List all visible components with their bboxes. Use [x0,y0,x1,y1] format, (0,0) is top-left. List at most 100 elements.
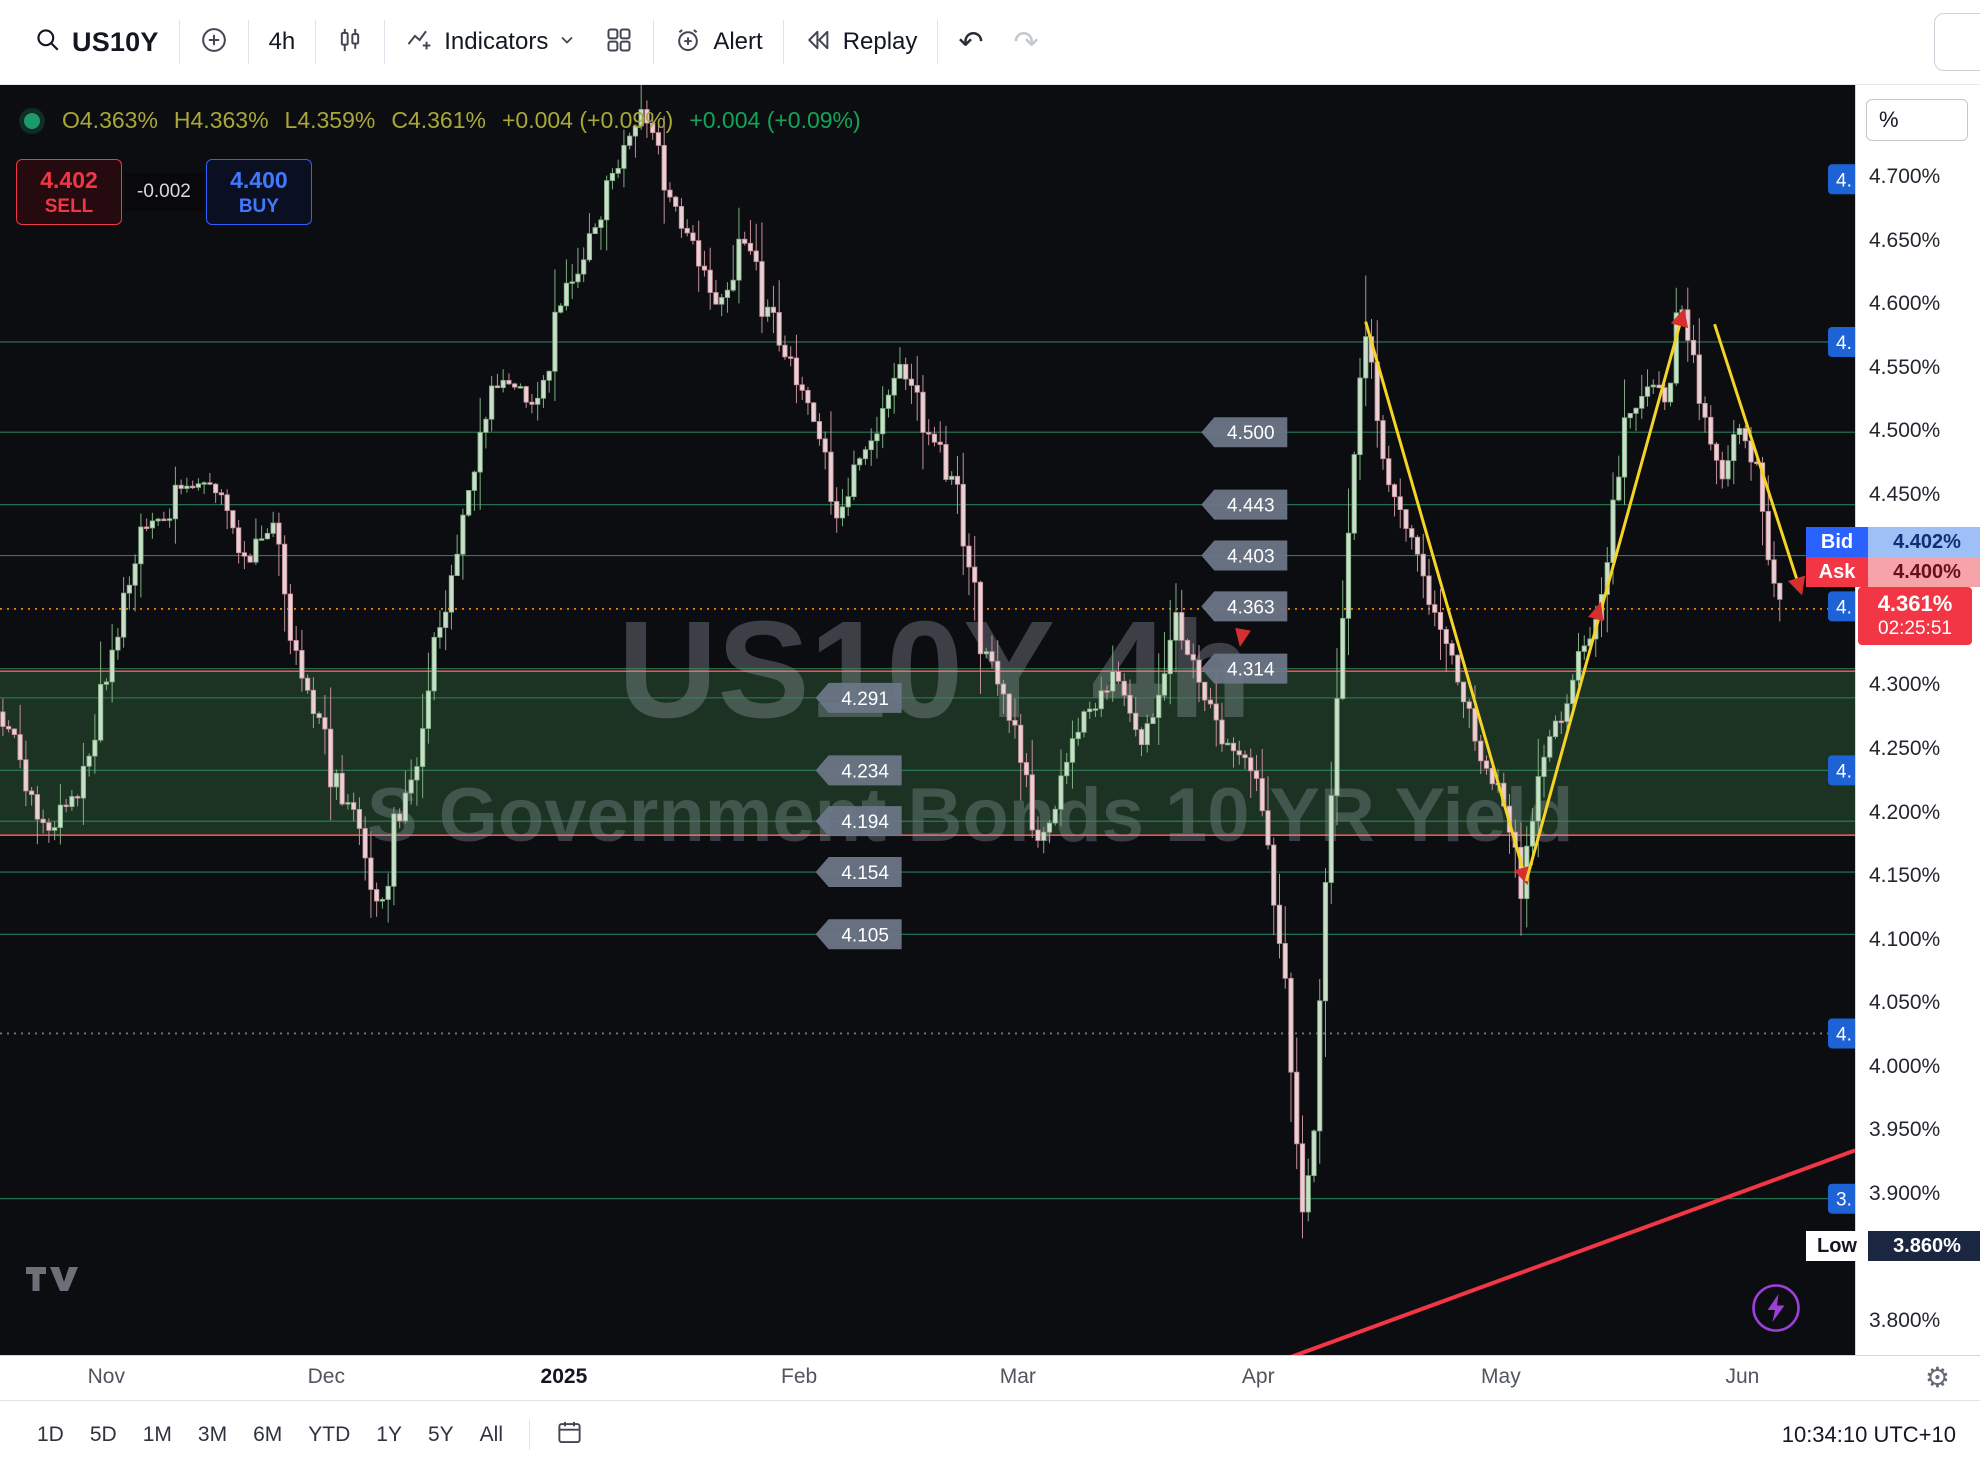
price-axis[interactable]: % 4.700%4.650%4.600%4.550%4.500%4.450%4.… [1855,85,1980,1355]
lightning-button[interactable] [1749,1281,1803,1340]
range-6m[interactable]: 6M [240,1415,295,1455]
bid-label: Bid [1806,527,1868,557]
low-badge: Low 3.860% [1806,1231,1980,1261]
range-1d[interactable]: 1D [24,1415,77,1455]
settings-gear-icon[interactable]: ⚙ [1925,1361,1950,1395]
indicators-button[interactable]: Indicators [390,13,590,71]
legend-open: O4.363% [62,107,158,134]
legend-change: +0.004 (+0.09%) [502,107,673,134]
time-axis[interactable]: Nov Dec 2025 Feb Mar Apr May Jun ⚙ [0,1355,1980,1400]
price-level-tag[interactable]: 4.291 [816,683,902,713]
range-1m[interactable]: 1M [130,1415,185,1455]
price-level-tag[interactable]: 4.443 [1201,490,1287,520]
time-label-2025[interactable]: 2025 [541,1365,588,1389]
price-tick: 4.000% [1869,1055,1940,1079]
symbol-search-button[interactable]: US10Y [20,13,174,71]
clock[interactable]: 10:34:10 UTC+10 [1782,1422,1956,1448]
tradingview-logo[interactable] [24,1263,82,1295]
interval-label: 4h [269,28,296,56]
time-label-jun[interactable]: Jun [1725,1365,1759,1389]
svg-text:4.314: 4.314 [1227,660,1275,681]
interval-button[interactable]: 4h [254,13,311,71]
svg-text:4.403: 4.403 [1227,547,1275,568]
sell-button[interactable]: 4.402 SELL [16,159,122,225]
candlestick-icon [336,26,364,59]
time-label-nov[interactable]: Nov [88,1365,125,1389]
price-level-tag[interactable]: 4.194 [816,806,902,836]
alarm-clock-icon [674,26,702,59]
time-label-apr[interactable]: Apr [1242,1365,1275,1389]
price-tick: 4.650% [1869,229,1940,253]
replay-button[interactable]: Replay [789,13,933,71]
svg-text:4.: 4. [1836,170,1852,191]
chevron-down-icon [559,32,575,53]
price-tick: 4.550% [1869,356,1940,380]
svg-text:4.234: 4.234 [841,761,889,782]
alert-label: Alert [713,28,762,56]
svg-text:4.154: 4.154 [841,863,889,884]
toolbar-corner-button[interactable] [1934,13,1980,71]
toolbar-separator [179,20,180,64]
range-3m[interactable]: 3M [185,1415,240,1455]
price-tick: 4.700% [1869,165,1940,189]
svg-text:4.: 4. [1836,1024,1852,1045]
range-all[interactable]: All [467,1415,516,1455]
bid-value: 4.402% [1868,527,1980,557]
alert-button[interactable]: Alert [659,13,777,71]
chart-plot[interactable]: US10Y 4hS Government Bonds 10 YR Yield4.… [0,85,1855,1355]
price-tick: 3.900% [1869,1182,1940,1206]
price-tick: 4.600% [1869,292,1940,316]
unit-label: % [1879,107,1899,133]
price-level-tag[interactable]: 4.234 [816,755,902,785]
toolbar-separator [783,20,784,64]
price-level-tag[interactable]: 4.403 [1201,541,1287,571]
toolbar-separator [248,20,249,64]
price-level-tag[interactable]: 4.154 [816,857,902,887]
range-5y[interactable]: 5Y [415,1415,467,1455]
price-tick: 4.300% [1869,673,1940,697]
undo-icon: ↶ [958,25,983,60]
symbol-name: US10Y [72,27,159,58]
price-tick: 3.950% [1869,1118,1940,1142]
time-label-may[interactable]: May [1481,1365,1521,1389]
undo-button[interactable]: ↶ [943,13,998,71]
bottom-toolbar: 1D5D1M3M6MYTD1Y5YAll 10:34:10 UTC+10 [0,1400,1980,1469]
price-tick: 4.200% [1869,801,1940,825]
time-label-dec[interactable]: Dec [308,1365,345,1389]
layout-grid-button[interactable] [590,13,648,71]
redo-icon: ↷ [1014,25,1039,60]
go-to-date-button[interactable] [543,1411,596,1460]
plus-circle-icon [200,26,228,59]
range-1y[interactable]: 1Y [363,1415,415,1455]
price-tick: 4.100% [1869,928,1940,952]
low-label: Low [1806,1231,1868,1261]
chart-style-button[interactable] [321,13,379,71]
chart-region: US10Y 4hS Government Bonds 10 YR Yield4.… [0,85,1980,1355]
sell-label: SELL [45,196,94,218]
market-status-dot [24,113,40,129]
time-label-mar[interactable]: Mar [1000,1365,1036,1389]
svg-text:3.: 3. [1836,1190,1852,1211]
trade-panel: 4.402 SELL -0.002 4.400 BUY [16,159,312,225]
ohlc-legend: O4.363% H4.363% L4.359% C4.361% +0.004 (… [24,107,861,134]
ask-label: Ask [1806,557,1868,587]
price-level-tag[interactable]: 4.500 [1201,417,1287,447]
price-chart-canvas[interactable]: US10Y 4hS Government Bonds 10 YR Yield4.… [0,85,1855,1355]
price-level-tag[interactable]: 4.363 [1201,591,1287,621]
time-label-feb[interactable]: Feb [781,1365,817,1389]
unit-selector[interactable]: % [1866,99,1968,141]
svg-text:US10Y 4h: US10Y 4h [618,593,1252,747]
price-level-tag[interactable]: 4.314 [1201,654,1287,684]
footer-separator [529,1420,530,1450]
buy-button[interactable]: 4.400 BUY [206,159,312,225]
range-ytd[interactable]: YTD [295,1415,363,1455]
legend-close: C4.361% [391,107,486,134]
redo-button[interactable]: ↷ [999,13,1054,71]
range-5d[interactable]: 5D [77,1415,130,1455]
ask-badge: Ask 4.400% [1806,557,1980,587]
calendar-icon [556,1428,583,1451]
svg-text:4.443: 4.443 [1227,496,1275,517]
price-level-tag[interactable]: 4.105 [816,919,902,949]
compare-add-button[interactable] [185,13,243,71]
price-tick: 4.150% [1869,864,1940,888]
